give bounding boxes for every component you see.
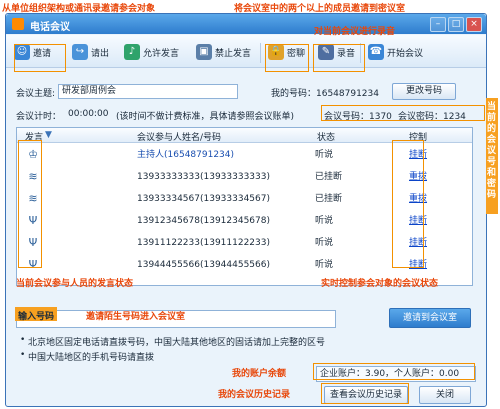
note-line-2: 中国大陆地区的手机号码请直拨 bbox=[28, 353, 155, 363]
note-line-1: 北京地区固定电话请直拨号码，中国大陆其他地区的固话请加上完整的区号 bbox=[28, 338, 326, 348]
highlight-history bbox=[321, 383, 409, 404]
topic-label: 会议主题: bbox=[16, 89, 56, 99]
participant-status: 已挂断 bbox=[315, 172, 343, 182]
app-logo-icon bbox=[12, 18, 24, 30]
minimize-button[interactable]: – bbox=[430, 17, 446, 32]
participant-status: 听说 bbox=[315, 150, 334, 160]
annotation-input-note: 邀请陌生号码进入会议室 bbox=[86, 312, 186, 322]
participant-name: 13912345678(13912345678) bbox=[137, 216, 270, 226]
annotation-record: 对当前会议进行录音 bbox=[314, 27, 396, 37]
annotation-input-hint: 输入号码 bbox=[18, 312, 55, 322]
change-number-button[interactable]: 更改号码 bbox=[392, 83, 456, 100]
invite-to-room-button[interactable]: 邀请到会议室 bbox=[389, 308, 471, 328]
participant-name: 13933334567(13933334567) bbox=[137, 194, 270, 204]
header-name: 会议参与人姓名/号码 bbox=[137, 133, 222, 143]
participant-name: 13944455566(13944455566) bbox=[137, 260, 270, 270]
allow-speak-button[interactable]: ♪ 允许发言 bbox=[124, 41, 179, 63]
highlight-speak-column bbox=[18, 140, 42, 268]
participant-name: 13933333333(13933333333) bbox=[137, 172, 270, 182]
remove-label: 请出 bbox=[91, 48, 110, 59]
toolbar: ☺ 邀请 ↪ 请出 ♪ 允许发言 ▣ 禁止发言 🔒 密聊 ✎ 录音 ☎ 开始会议 bbox=[6, 35, 486, 68]
window-title: 电话会议 bbox=[30, 22, 70, 33]
remove-button[interactable]: ↪ 请出 bbox=[72, 41, 109, 63]
timer-note: (该时间不做计费标准，具体请参照会议账单) bbox=[116, 112, 295, 122]
maximize-button[interactable]: □ bbox=[448, 17, 464, 32]
participant-status: 听说 bbox=[315, 216, 334, 226]
start-meeting-label: 开始会议 bbox=[387, 48, 424, 59]
highlight-balance bbox=[313, 363, 475, 380]
participant-name: 13911122233(13911122233) bbox=[137, 238, 270, 248]
annotation-history: 我的会议历史记录 bbox=[218, 390, 291, 400]
remove-person-icon: ↪ bbox=[72, 44, 88, 60]
highlight-control-column bbox=[392, 140, 424, 268]
participant-status: 听说 bbox=[315, 260, 334, 270]
mute-icon: ▣ bbox=[196, 44, 212, 60]
allow-speak-icon: ♪ bbox=[124, 44, 140, 60]
highlight-invite bbox=[14, 44, 66, 72]
annotation-room-info: 当前的会议号和密码 bbox=[487, 102, 497, 200]
header-status: 状态 bbox=[317, 133, 336, 143]
annotation-balance: 我的账户余额 bbox=[232, 369, 287, 379]
annotation-private: 将会议室中的两个以上的成员邀请到密议室 bbox=[234, 4, 406, 14]
note-bullet-icon: • bbox=[20, 350, 26, 360]
highlight-room-info bbox=[321, 105, 485, 121]
timer-value: 00:00:00 bbox=[68, 109, 109, 119]
highlight-record bbox=[313, 44, 365, 72]
highlight-private bbox=[265, 44, 309, 72]
sort-down-icon[interactable]: ▼ bbox=[45, 130, 52, 140]
timer-label: 会议计时： bbox=[16, 112, 62, 122]
participant-status: 已挂断 bbox=[315, 194, 343, 204]
allow-speak-label: 允许发言 bbox=[143, 48, 180, 59]
participant-status: 听说 bbox=[315, 238, 334, 248]
annotation-invite: 从单位组织架构或通讯录邀请参会对象 bbox=[2, 4, 156, 14]
start-meeting-icon: ☎ bbox=[368, 44, 384, 60]
annotation-speak-status: 当前会议参与人员的发言状态 bbox=[16, 279, 134, 289]
close-window-button[interactable]: × bbox=[466, 17, 482, 32]
mute-label: 禁止发言 bbox=[215, 48, 252, 59]
note-bullet-icon: • bbox=[20, 335, 26, 345]
annotation-control: 实时控制参会对象的会议状态 bbox=[321, 279, 439, 289]
mute-button[interactable]: ▣ 禁止发言 bbox=[196, 41, 251, 63]
topic-input[interactable]: 研发部周例会 bbox=[58, 84, 238, 99]
start-meeting-button[interactable]: ☎ 开始会议 bbox=[368, 41, 423, 63]
toolbar-divider bbox=[260, 43, 261, 63]
participant-name: 主持人(16548791234) bbox=[137, 150, 235, 160]
title-bar: 电话会议 – □ × bbox=[6, 14, 486, 34]
close-button[interactable]: 关闭 bbox=[419, 386, 471, 404]
my-number: 我的号码：16548791234 bbox=[271, 89, 379, 99]
